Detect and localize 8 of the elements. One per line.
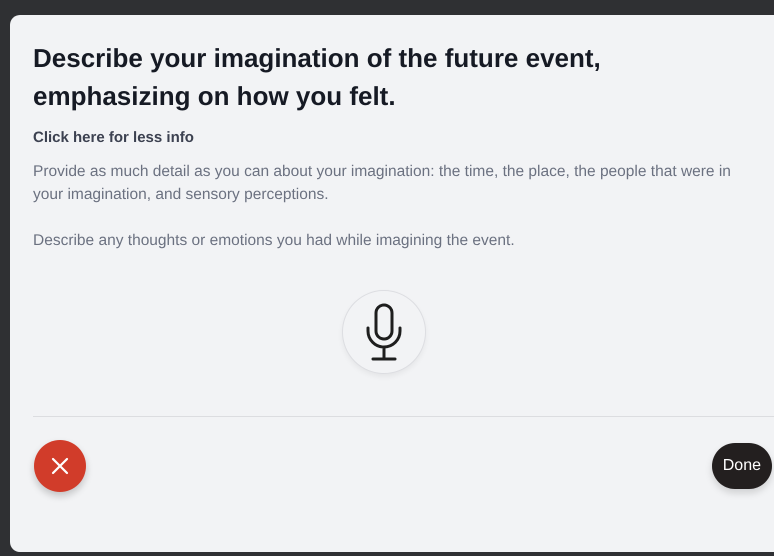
microphone-icon <box>364 303 402 361</box>
question-title: Describe your imagination of the future event, emphasizing on how you felt. <box>33 42 602 113</box>
close-button[interactable] <box>34 440 86 492</box>
done-button[interactable]: Done <box>712 443 772 489</box>
instruction-text: Provide as much detail as you can about your imagination: the time, the place, the people that were in your imagination, and sensory perceptions. <box>33 162 732 205</box>
less-info-link[interactable]: Click here for less info <box>33 129 194 146</box>
close-icon <box>51 457 69 475</box>
instruction-text: Describe any thoughts or emotions you had while imagining the event. <box>33 231 516 251</box>
